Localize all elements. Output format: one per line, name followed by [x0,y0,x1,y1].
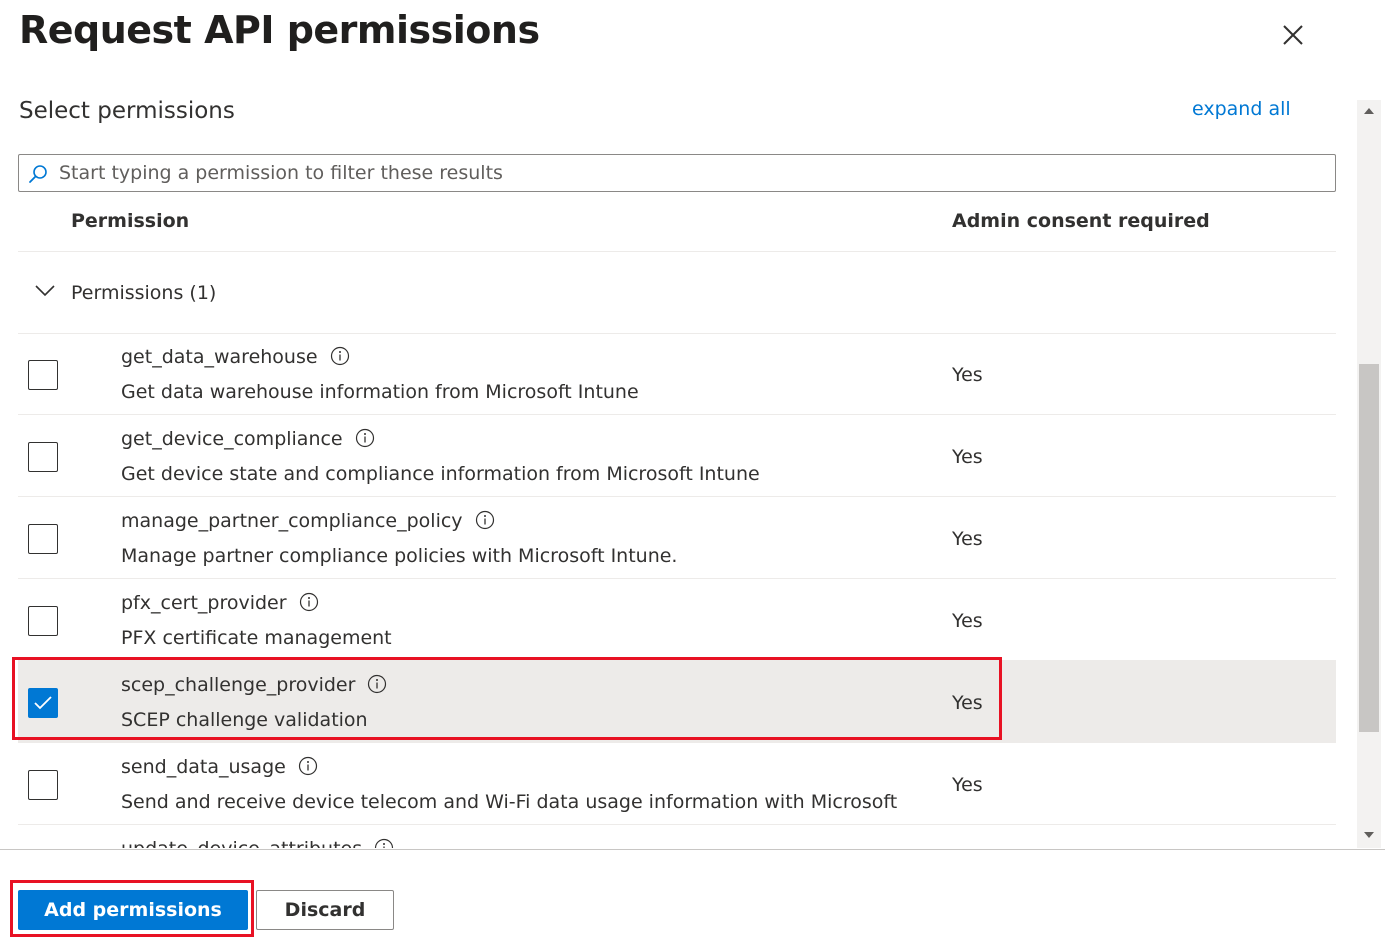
section-title: Select permissions [19,98,235,124]
close-button[interactable] [1276,18,1310,52]
scrollbar[interactable] [1357,100,1381,848]
permission-checkbox[interactable] [28,442,58,472]
permission-description: PFX certificate management [121,627,392,649]
admin-consent-value: Yes [952,610,983,632]
permission-name-text: send_data_usage [121,756,286,778]
info-icon[interactable] [299,592,319,612]
discard-button[interactable]: Discard [256,890,394,930]
permission-name-text: update_device_attributes [121,838,362,848]
column-header-admin-consent: Admin consent required [952,210,1210,232]
permission-description: Get device state and compliance informat… [121,463,760,485]
permission-name: send_data_usage [121,756,318,778]
info-icon[interactable] [355,428,375,448]
permission-row[interactable]: update_device_attributes [18,825,1336,848]
admin-consent-value: Yes [952,528,983,550]
info-icon[interactable] [367,674,387,694]
admin-consent-value: Yes [952,364,983,386]
permission-name: get_data_warehouse [121,346,350,368]
checkmark-icon [34,696,52,710]
permission-name-text: scep_challenge_provider [121,674,356,696]
permission-row[interactable]: get_data_warehouse Get data warehouse inf… [18,333,1336,415]
chevron-down-icon [35,285,55,297]
permission-name-text: pfx_cert_provider [121,592,287,614]
add-permissions-button[interactable]: Add permissions [18,890,248,930]
admin-consent-value: Yes [952,692,983,714]
info-icon[interactable] [475,510,495,530]
info-icon[interactable] [298,756,318,776]
scroll-thumb[interactable] [1359,364,1379,732]
permission-checkbox[interactable] [28,524,58,554]
permission-checkbox[interactable] [28,360,58,390]
permission-list: get_data_warehouse Get data warehouse inf… [0,333,1355,848]
info-icon[interactable] [330,346,350,366]
permission-checkbox[interactable] [28,606,58,636]
permission-name-text: get_device_compliance [121,428,343,450]
permission-checkbox[interactable] [28,688,58,718]
permission-description: Get data warehouse information from Micr… [121,381,639,403]
permission-row[interactable]: send_data_usage Send and receive device t… [18,743,1336,825]
search-box [18,154,1336,192]
permission-row[interactable]: scep_challenge_provider SCEP challenge va… [18,661,1336,743]
permission-name-text: get_data_warehouse [121,346,318,368]
permission-name: get_device_compliance [121,428,375,450]
admin-consent-value: Yes [952,446,983,468]
footer-divider [0,849,1385,850]
permission-name: manage_partner_compliance_policy [121,510,495,532]
permission-name-text: manage_partner_compliance_policy [121,510,463,532]
scroll-down-arrow[interactable] [1364,832,1374,838]
column-header-permission: Permission [71,210,190,232]
search-input[interactable] [59,157,1319,189]
permission-description: Send and receive device telecom and Wi-F… [121,791,898,813]
expand-all-link[interactable]: expand all [1192,98,1291,120]
permission-row[interactable]: pfx_cert_provider PFX certificate managem… [18,579,1336,661]
permission-row[interactable]: manage_partner_compliance_policy Manage p… [18,497,1336,579]
permission-name: scep_challenge_provider [121,674,387,696]
permission-group-toggle[interactable]: Permissions (1) [18,252,1336,333]
close-icon [1283,25,1303,45]
admin-consent-value: Yes [952,774,983,796]
permission-description: SCEP challenge validation [121,709,368,731]
scroll-up-arrow[interactable] [1364,108,1374,114]
permission-name: update_device_attributes [121,838,394,848]
panel-title: Request API permissions [19,8,540,52]
permission-row[interactable]: get_device_compliance Get device state an… [18,415,1336,497]
search-icon [29,165,47,183]
permission-checkbox[interactable] [28,770,58,800]
permission-name: pfx_cert_provider [121,592,319,614]
permission-description: Manage partner compliance policies with … [121,545,678,567]
info-icon[interactable] [374,838,394,849]
group-label: Permissions (1) [71,282,217,304]
